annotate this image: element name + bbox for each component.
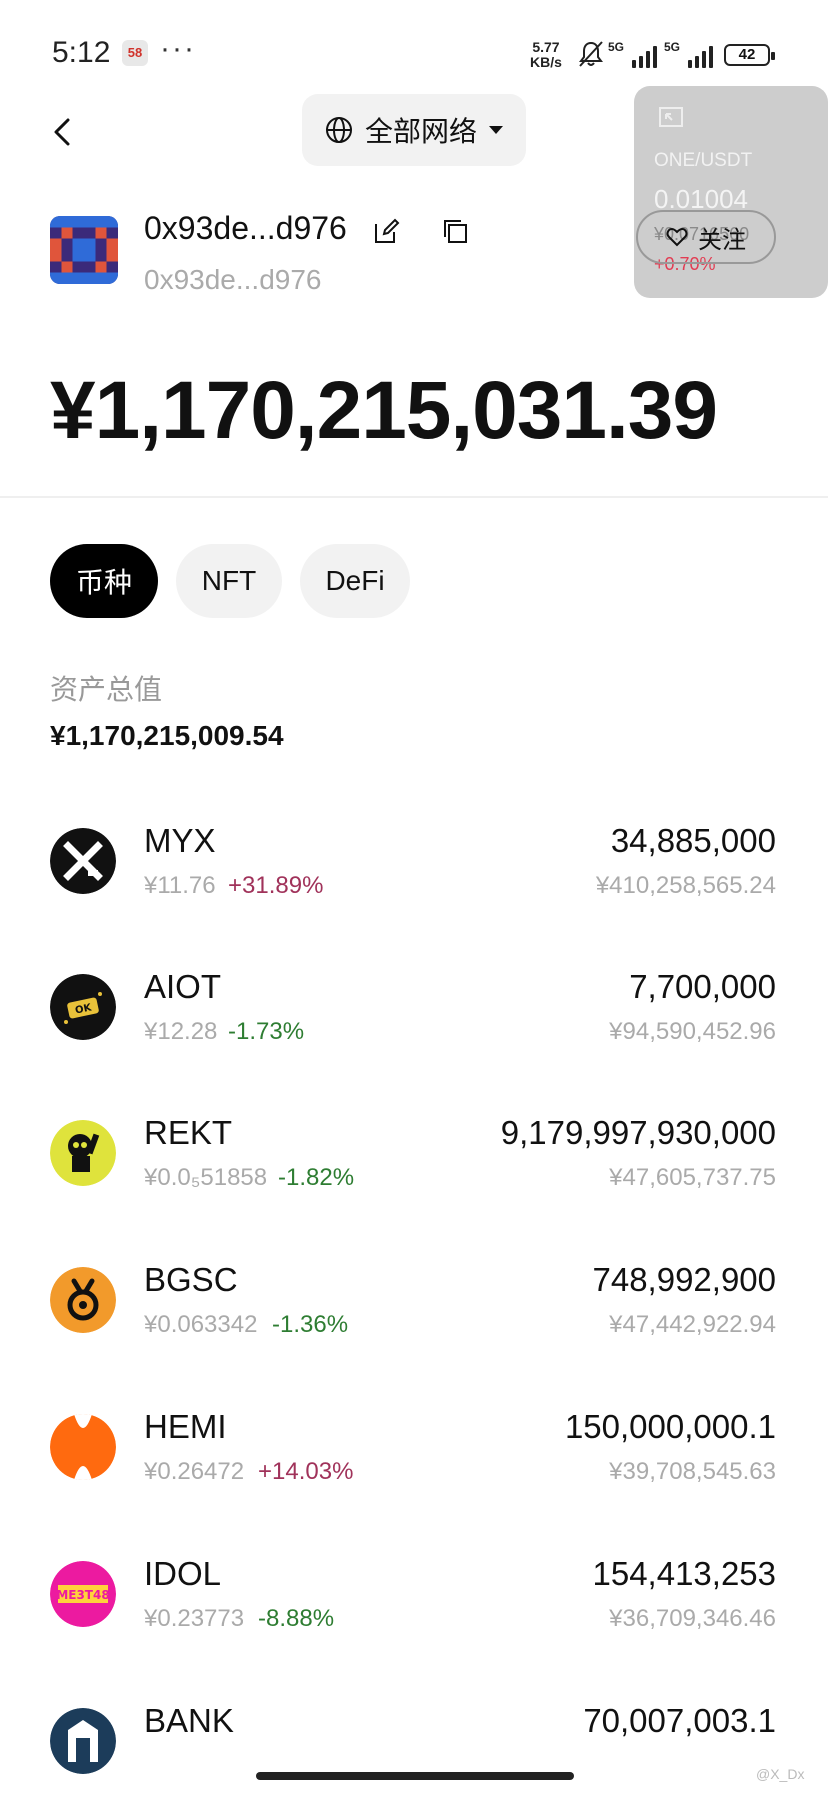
token-value: ¥47,605,737.75 xyxy=(609,1164,776,1191)
edit-icon[interactable] xyxy=(372,218,400,246)
price-card-pair: ONE/USDT xyxy=(654,150,753,171)
token-price: ¥0.26472 xyxy=(144,1458,245,1485)
total-balance: ¥1,170,215,031.39 xyxy=(50,365,718,456)
globe-icon xyxy=(325,117,352,143)
follow-button[interactable]: 关注 xyxy=(636,210,776,264)
divider xyxy=(0,496,828,498)
heart-icon xyxy=(666,227,688,247)
network-selector[interactable]: 全部网络 xyxy=(302,94,526,166)
token-change: -1.73% xyxy=(228,1018,305,1045)
battery-icon: 42 xyxy=(724,44,775,66)
token-price: ¥0.063342 xyxy=(144,1311,258,1338)
token-value: ¥410,258,565.24 xyxy=(595,872,776,899)
status-time: 5:12 xyxy=(52,36,111,69)
wallet-address: 0x93de...d976 xyxy=(144,264,322,295)
token-value: ¥39,708,545.63 xyxy=(609,1458,776,1485)
token-row-aiot[interactable]: OK AIOT ¥12.28 -1.73% 7,700,000 ¥94,590,… xyxy=(0,968,828,1120)
token-symbol: IDOL xyxy=(144,1555,222,1592)
token-change: -1.82% xyxy=(278,1164,355,1191)
token-change: -1.36% xyxy=(272,1311,349,1338)
token-quantity: 7,700,000 xyxy=(629,968,776,1005)
caret-down-icon xyxy=(489,126,503,134)
token-row-myx[interactable]: MYX ¥11.76 +31.89% 34,885,000 ¥410,258,5… xyxy=(0,822,828,974)
token-change: +14.03% xyxy=(258,1458,354,1485)
token-row-bgsc[interactable]: BGSC ¥0.063342 -1.36% 748,992,900 ¥47,44… xyxy=(0,1261,828,1413)
token-symbol: BANK xyxy=(144,1708,234,1739)
myx-logo-icon xyxy=(50,828,116,894)
token-quantity: 34,885,000 xyxy=(610,822,776,859)
token-price: ¥11.76 xyxy=(144,872,216,899)
token-price: ¥0.23773 xyxy=(144,1605,245,1632)
bank-logo-icon xyxy=(50,1708,116,1774)
expand-window-icon[interactable] xyxy=(658,106,684,128)
follow-label: 关注 xyxy=(698,226,746,254)
token-quantity: 70,007,003.1 xyxy=(583,1708,776,1739)
wallet-name: 0x93de...d976 xyxy=(144,210,347,246)
tab-tokens[interactable]: 币种 xyxy=(50,544,158,618)
avatar xyxy=(50,216,118,284)
network-label: 全部网络 xyxy=(364,116,477,147)
aiot-logo-icon: OK xyxy=(50,974,116,1040)
token-price: ¥0.0₅51858 xyxy=(144,1164,268,1191)
token-row-hemi[interactable]: HEMI ¥0.26472 +14.03% 150,000,000.1 ¥39,… xyxy=(0,1408,828,1560)
floating-price-card[interactable]: ONE/USDT 0.01004 ¥0.0716560 +0.70% xyxy=(634,86,828,298)
asset-total-label: 资产总值 xyxy=(50,674,163,705)
svg-text:ME3T48: ME3T48 xyxy=(56,1588,109,1602)
more-notifications-icon: ··· xyxy=(160,32,196,65)
token-quantity: 150,000,000.1 xyxy=(564,1408,776,1445)
token-symbol: BGSC xyxy=(144,1261,238,1298)
token-quantity: 9,179,997,930,000 xyxy=(500,1114,776,1151)
token-change: -8.88% xyxy=(258,1605,335,1632)
token-quantity: 748,992,900 xyxy=(592,1261,776,1298)
idol-logo-icon: ME3T48 xyxy=(50,1561,116,1627)
app-notification-icon: 58 xyxy=(122,40,148,66)
hemi-logo-icon xyxy=(50,1414,116,1480)
token-symbol: AIOT xyxy=(144,968,222,1005)
watermark: @X_Dx xyxy=(756,1766,805,1782)
bgsc-logo-icon xyxy=(50,1267,116,1333)
tab-defi[interactable]: DeFi xyxy=(300,544,410,618)
token-value: ¥94,590,452.96 xyxy=(609,1018,776,1045)
token-price: ¥12.28 xyxy=(144,1018,218,1045)
rekt-logo-icon xyxy=(50,1120,116,1186)
mute-bell-icon xyxy=(579,41,603,67)
copy-icon[interactable] xyxy=(440,216,470,246)
token-value: ¥36,709,346.46 xyxy=(609,1605,776,1632)
status-bar: 5:12 58 ··· 5.77 KB/s 5G 5G 42 xyxy=(0,0,828,100)
token-row-idol[interactable]: ME3T48 IDOL ¥0.23773 -8.88% 154,413,253 … xyxy=(0,1555,828,1707)
token-quantity: 154,413,253 xyxy=(592,1555,776,1592)
token-change: +31.89% xyxy=(228,872,324,899)
token-row-rekt[interactable]: REKT ¥0.0₅51858 -1.82% 9,179,997,930,000… xyxy=(0,1114,828,1266)
asset-total-value: ¥1,170,215,009.54 xyxy=(50,720,284,751)
back-arrow-icon[interactable] xyxy=(44,112,84,152)
token-value: ¥47,442,922.94 xyxy=(609,1311,776,1338)
home-indicator[interactable] xyxy=(256,1772,574,1780)
tab-nft[interactable]: NFT xyxy=(176,544,282,618)
network-speed: 5.77 KB/s xyxy=(530,39,562,70)
token-row-bank[interactable]: BANK 70,007,003.1 xyxy=(0,1708,828,1794)
token-symbol: REKT xyxy=(144,1114,233,1151)
token-symbol: HEMI xyxy=(144,1408,227,1445)
token-symbol: MYX xyxy=(144,822,216,859)
